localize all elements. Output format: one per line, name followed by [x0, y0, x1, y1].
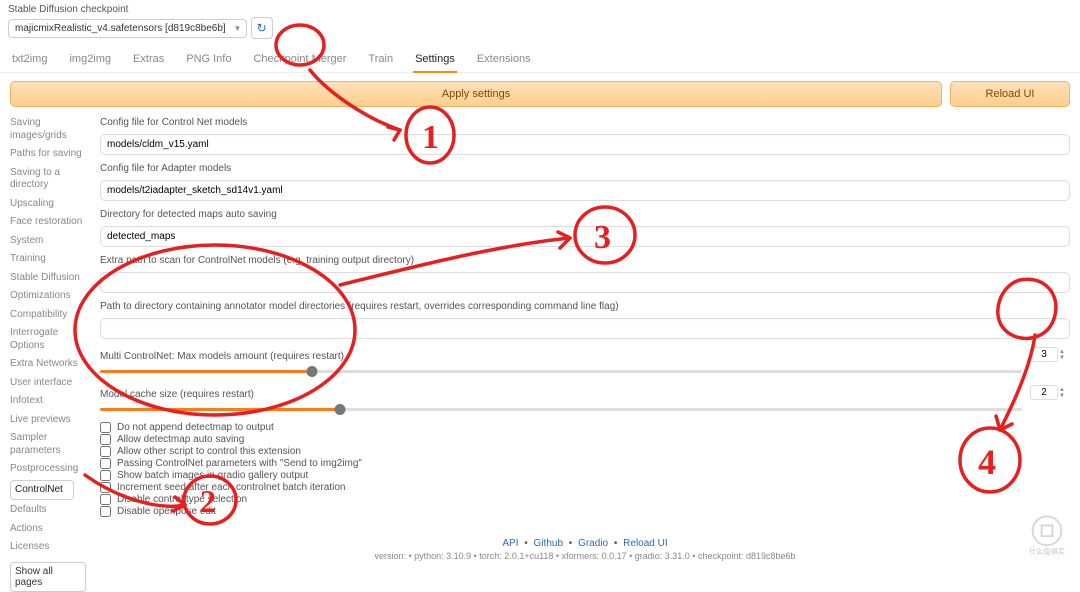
extra-path-label: Extra path to scan for ControlNet models… [100, 255, 1070, 266]
checkbox-label: Show batch images in gradio gallery outp… [117, 470, 308, 481]
sidebar-item-actions[interactable]: Actions [10, 521, 88, 538]
checkbox-label: Increment seed after each controlnet bat… [117, 482, 345, 493]
sidebar-item-compatibility[interactable]: Compatibility [10, 307, 88, 324]
checkbox-7[interactable] [100, 506, 111, 517]
show-all-pages-button[interactable]: Show all pages [10, 562, 86, 592]
model-cache-label: Model cache size (requires restart) [100, 389, 1070, 400]
config-cn-label: Config file for Control Net models [100, 117, 1070, 128]
tab-png-info[interactable]: PNG Info [184, 49, 233, 72]
checkpoint-label: Stable Diffusion checkpoint [8, 4, 1072, 15]
sidebar-item-training[interactable]: Training [10, 251, 88, 268]
checkbox-5[interactable] [100, 482, 111, 493]
checkbox-3[interactable] [100, 458, 111, 469]
multi-controlnet-slider[interactable] [100, 370, 1022, 373]
checkbox-row[interactable]: Do not append detectmap to output [100, 422, 1070, 433]
checkbox-label: Allow detectmap auto saving [117, 434, 244, 445]
sidebar-item-saving-to-a-directory[interactable]: Saving to a directory [10, 165, 88, 194]
detected-maps-dir-label: Directory for detected maps auto saving [100, 209, 1070, 220]
sidebar-item-defaults[interactable]: Defaults [10, 502, 88, 519]
multi-controlnet-value[interactable] [1030, 347, 1058, 362]
sidebar-item-system[interactable]: System [10, 233, 88, 250]
config-adapter-label: Config file for Adapter models [100, 163, 1070, 174]
tab-extras[interactable]: Extras [131, 49, 166, 72]
footer-link-reload-ui[interactable]: Reload UI [623, 538, 667, 549]
sidebar-item-user-interface[interactable]: User interface [10, 375, 88, 392]
checkbox-label: Disable control type selection [117, 494, 247, 505]
checkbox-row[interactable]: Increment seed after each controlnet bat… [100, 482, 1070, 493]
detected-maps-dir-input[interactable] [100, 226, 1070, 247]
config-cn-input[interactable] [100, 134, 1070, 155]
checkbox-label: Allow other script to control this exten… [117, 446, 301, 457]
config-adapter-input[interactable] [100, 180, 1070, 201]
sidebar-item-infotext[interactable]: Infotext [10, 393, 88, 410]
sidebar-item-saving-images-grids[interactable]: Saving images/grids [10, 115, 88, 144]
slider-thumb[interactable] [334, 404, 345, 415]
footer-link-github[interactable]: Github [534, 538, 563, 549]
checkbox-label: Passing ControlNet parameters with "Send… [117, 458, 362, 469]
sidebar-item-optimizations[interactable]: Optimizations [10, 288, 88, 305]
sidebar-item-face-restoration[interactable]: Face restoration [10, 214, 88, 231]
tab-settings[interactable]: Settings [413, 49, 457, 73]
footer-version: version: • python: 3.10.9 • torch: 2.0.1… [100, 551, 1070, 561]
tab-txt2img[interactable]: txt2img [10, 49, 49, 72]
stepper-down-icon[interactable]: ▼ [1059, 355, 1069, 361]
tab-img2img[interactable]: img2img [67, 49, 113, 72]
refresh-icon: ↻ [257, 21, 267, 35]
checkbox-row[interactable]: Allow other script to control this exten… [100, 446, 1070, 457]
sidebar-item-extra-networks[interactable]: Extra Networks [10, 356, 88, 373]
checkbox-row[interactable]: Disable control type selection [100, 494, 1070, 505]
tab-extensions[interactable]: Extensions [475, 49, 533, 72]
checkbox-0[interactable] [100, 422, 111, 433]
apply-settings-button[interactable]: Apply settings [10, 81, 942, 107]
sidebar-item-paths-for-saving[interactable]: Paths for saving [10, 146, 88, 163]
refresh-checkpoint-button[interactable]: ↻ [251, 17, 273, 39]
sidebar-item-interrogate-options[interactable]: Interrogate Options [10, 325, 88, 354]
sidebar-item-live-previews[interactable]: Live previews [10, 412, 88, 429]
extra-path-input[interactable] [100, 272, 1070, 293]
checkbox-row[interactable]: Disable openpose edit [100, 506, 1070, 517]
annotator-dir-label: Path to directory containing annotator m… [100, 301, 1070, 312]
sidebar-item-licenses[interactable]: Licenses [10, 539, 88, 556]
sidebar-item-upscaling[interactable]: Upscaling [10, 196, 88, 213]
footer-link-api[interactable]: API [502, 538, 518, 549]
watermark: 什么值得买 [1020, 511, 1074, 565]
footer-link-gradio[interactable]: Gradio [578, 538, 608, 549]
sidebar-item-postprocessing[interactable]: Postprocessing [10, 461, 88, 478]
tab-checkpoint-merger[interactable]: Checkpoint Merger [251, 49, 348, 72]
checkbox-row[interactable]: Passing ControlNet parameters with "Send… [100, 458, 1070, 469]
checkbox-label: Do not append detectmap to output [117, 422, 274, 433]
checkbox-6[interactable] [100, 494, 111, 505]
tab-train[interactable]: Train [366, 49, 395, 72]
sidebar-item-controlnet[interactable]: ControlNet [10, 480, 74, 501]
checkbox-2[interactable] [100, 446, 111, 457]
reload-ui-button[interactable]: Reload UI [950, 81, 1070, 107]
checkbox-label: Disable openpose edit [117, 506, 216, 517]
checkbox-row[interactable]: Allow detectmap auto saving [100, 434, 1070, 445]
checkbox-4[interactable] [100, 470, 111, 481]
multi-controlnet-label: Multi ControlNet: Max models amount (req… [100, 351, 1070, 362]
sidebar-item-sampler-parameters[interactable]: Sampler parameters [10, 430, 88, 459]
sidebar-item-stable-diffusion[interactable]: Stable Diffusion [10, 270, 88, 287]
checkpoint-select[interactable]: majicmixRealistic_v4.safetensors [d819c8… [8, 19, 247, 38]
model-cache-value[interactable] [1030, 385, 1058, 400]
slider-thumb[interactable] [307, 366, 318, 377]
model-cache-slider[interactable] [100, 408, 1022, 411]
annotator-dir-input[interactable] [100, 318, 1070, 339]
checkbox-row[interactable]: Show batch images in gradio gallery outp… [100, 470, 1070, 481]
checkbox-1[interactable] [100, 434, 111, 445]
svg-text:什么值得买: 什么值得买 [1029, 547, 1065, 556]
stepper-down-icon[interactable]: ▼ [1059, 393, 1069, 399]
